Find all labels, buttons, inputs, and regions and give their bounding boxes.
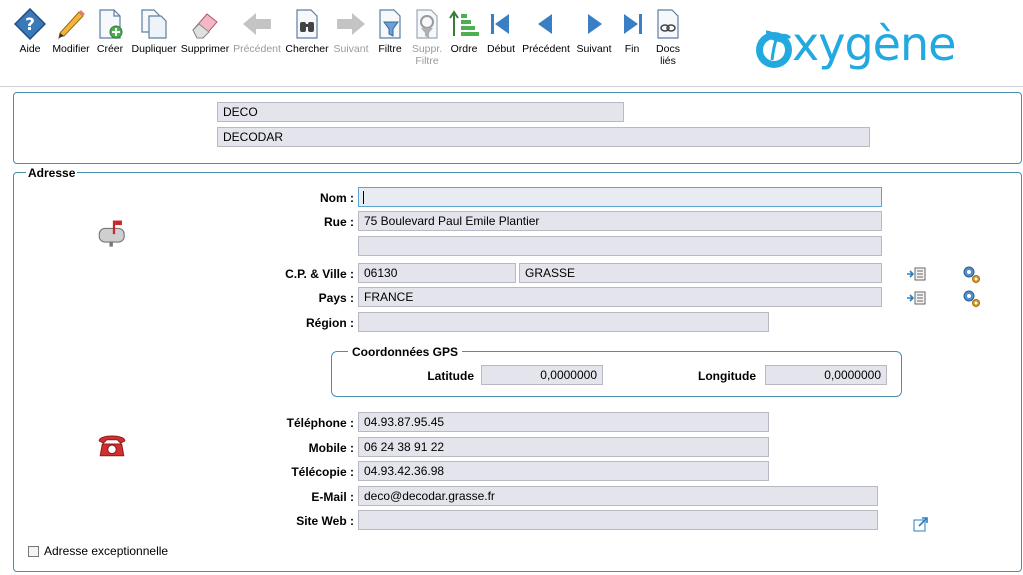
next-record-button[interactable]: Suivant: [574, 8, 614, 78]
next-label: Suivant: [333, 43, 369, 55]
last-record-button[interactable]: Fin: [616, 8, 648, 78]
previous-button[interactable]: Précédent: [232, 8, 282, 78]
telephone-field[interactable]: 04.93.87.95.45: [358, 412, 769, 432]
toolbar-separator: [0, 86, 1023, 87]
street-line-1[interactable]: 75 Boulevard Paul Emile Plantier: [358, 211, 882, 231]
header-panel: DECO DECODAR: [13, 92, 1022, 164]
previous-record-button[interactable]: Précédent: [520, 8, 572, 78]
first-record-button[interactable]: Début: [484, 8, 518, 78]
filter-button[interactable]: Filtre: [374, 8, 406, 78]
search-button[interactable]: Chercher: [285, 8, 329, 78]
fax-field[interactable]: 04.93.42.36.98: [358, 461, 769, 481]
fax-label: Télécopie :: [291, 465, 354, 479]
telephone-icon: [98, 435, 126, 457]
region-field[interactable]: [358, 312, 769, 332]
toolbar: ? Aide Modifier Créer Dupliquer Supprime…: [0, 0, 1023, 86]
order-button[interactable]: Ordre: [448, 8, 480, 78]
cp-ville-label: C.P. & Ville :: [285, 267, 354, 281]
help-button[interactable]: ? Aide: [12, 8, 48, 78]
street-line-2[interactable]: [358, 236, 882, 256]
create-button[interactable]: Créer: [94, 8, 126, 78]
filter-label: Filtre: [378, 43, 402, 55]
create-label: Créer: [96, 43, 124, 55]
help-icon: ?: [14, 8, 46, 40]
name-field[interactable]: DECODAR: [217, 127, 870, 147]
linked-docs-label: Docs liés: [656, 43, 680, 67]
gps-legend: Coordonnées GPS: [348, 345, 463, 359]
oxygene-logo: xygène: [752, 17, 1020, 72]
postal-code-field[interactable]: 06130: [358, 263, 516, 283]
previous-label: Précédent: [233, 43, 281, 55]
delete-label: Supprimer: [180, 43, 230, 55]
duplicate-label: Dupliquer: [131, 43, 177, 55]
duplicate-button[interactable]: Dupliquer: [130, 8, 178, 78]
region-label: Région :: [306, 316, 354, 330]
arrow-right-icon: [337, 13, 365, 35]
svg-text:?: ?: [25, 15, 35, 35]
last-record-icon: [624, 14, 642, 34]
website-label: Site Web :: [296, 514, 354, 528]
remove-filter-icon: [416, 9, 438, 39]
mailbox-icon: [98, 220, 125, 247]
arrow-left-icon: [243, 13, 271, 35]
email-field[interactable]: deco@decodar.grasse.fr: [358, 486, 878, 506]
pencil-icon: [58, 10, 85, 40]
edit-label: Modifier: [52, 43, 90, 55]
previous-record-label: Précédent: [522, 43, 570, 55]
sort-order-icon: [449, 10, 479, 36]
edit-button[interactable]: Modifier: [50, 8, 92, 78]
city-field[interactable]: GRASSE: [519, 263, 882, 283]
website-field[interactable]: [358, 510, 878, 530]
previous-record-icon: [538, 14, 552, 34]
remove-filter-button[interactable]: Suppr. Filtre: [408, 8, 446, 78]
mobile-label: Mobile :: [308, 441, 354, 455]
exceptional-address-checkbox[interactable]: [28, 546, 39, 557]
next-record-icon: [588, 14, 602, 34]
longitude-field[interactable]: 0,0000000: [765, 365, 887, 385]
linked-docs-button[interactable]: Docs liés: [652, 8, 684, 78]
text-cursor: [363, 191, 364, 204]
exceptional-address-label: Adresse exceptionnelle: [44, 544, 169, 558]
rue-label: Rue :: [324, 215, 354, 229]
country-lookup-icon[interactable]: [906, 290, 926, 306]
order-label: Ordre: [450, 43, 478, 55]
city-lookup-icon[interactable]: [906, 266, 926, 282]
first-record-icon: [491, 14, 509, 34]
remove-filter-label: Suppr. Filtre: [411, 43, 443, 67]
eraser-icon: [192, 13, 218, 39]
binoculars-icon: [296, 9, 318, 39]
country-field[interactable]: FRANCE: [358, 287, 882, 307]
nom-input[interactable]: [358, 187, 882, 207]
first-record-label: Début: [486, 43, 516, 55]
open-website-icon[interactable]: [913, 516, 929, 532]
next-button[interactable]: Suivant: [332, 8, 370, 78]
latitude-label: Latitude: [427, 369, 474, 383]
linked-docs-icon: [657, 9, 679, 39]
new-document-icon: [99, 9, 123, 39]
telephone-label: Téléphone :: [286, 416, 354, 430]
search-label: Chercher: [285, 43, 329, 55]
address-legend: Adresse: [26, 166, 78, 180]
palm-tree-icon: [756, 30, 792, 68]
email-label: E-Mail :: [311, 490, 354, 504]
last-record-label: Fin: [624, 43, 640, 55]
nom-label: Nom :: [320, 191, 354, 205]
country-settings-icon[interactable]: [961, 288, 981, 308]
latitude-field[interactable]: 0,0000000: [481, 365, 603, 385]
delete-button[interactable]: Supprimer: [180, 8, 230, 78]
code-field[interactable]: DECO: [217, 102, 624, 122]
longitude-label: Longitude: [698, 369, 756, 383]
logo-text: xygène: [792, 17, 956, 71]
filter-icon: [379, 9, 401, 39]
mobile-field[interactable]: 06 24 38 91 22: [358, 437, 769, 457]
duplicate-icon: [141, 9, 167, 39]
help-label: Aide: [19, 43, 41, 55]
next-record-label: Suivant: [576, 43, 612, 55]
pays-label: Pays :: [318, 291, 354, 305]
city-settings-icon[interactable]: [961, 264, 981, 284]
